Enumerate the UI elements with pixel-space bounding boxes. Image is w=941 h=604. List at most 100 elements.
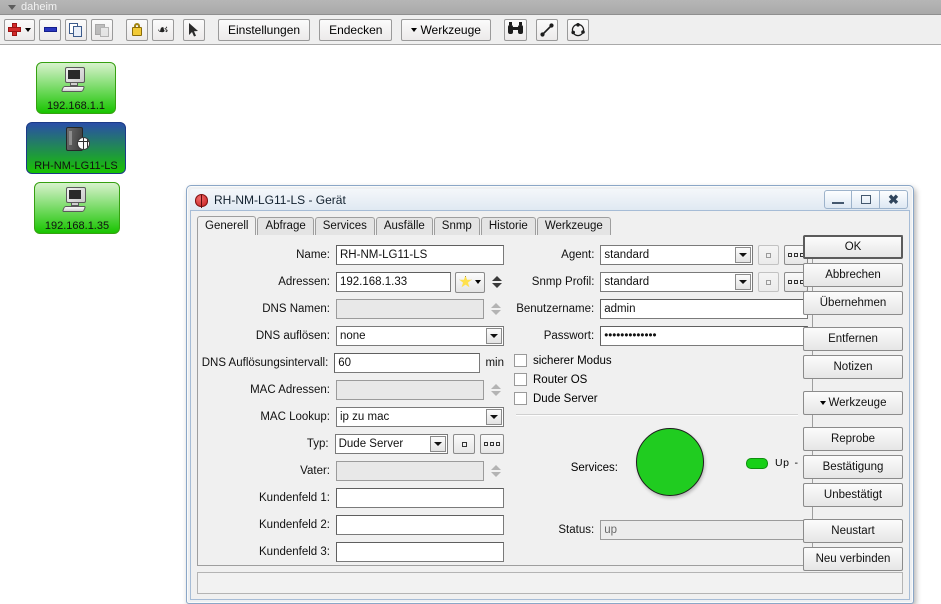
dns-namen-input[interactable] [336, 299, 484, 319]
chevron-down-icon[interactable] [735, 274, 751, 290]
minimize-icon [832, 202, 844, 204]
checkbox-sicherer-modus[interactable] [514, 354, 527, 367]
add-device-button[interactable] [4, 19, 35, 41]
typ-browse-button[interactable] [480, 434, 504, 454]
dialog-title-label: RH-NM-LG11-LS - Gerät [214, 193, 346, 207]
adressen-label: Adressen: [198, 276, 336, 288]
dns-intervall-input[interactable]: 60 [334, 353, 480, 373]
kundenfeld-1-input[interactable] [336, 488, 504, 508]
dude-bug-icon [195, 194, 208, 207]
map-node-device-1[interactable]: 192.168.1.1 [36, 62, 116, 114]
tab-werkzeuge[interactable]: Werkzeuge [537, 217, 611, 235]
agent-value: standard [604, 249, 649, 261]
mac-lookup-value: ip zu mac [340, 411, 389, 423]
tab-abfrage[interactable]: Abfrage [257, 217, 313, 235]
agent-select[interactable]: standard [600, 245, 752, 265]
vater-spinner[interactable] [489, 461, 502, 481]
square-icon [766, 253, 771, 258]
ok-button[interactable]: OK [803, 235, 903, 259]
tab-services[interactable]: Services [315, 217, 375, 235]
checkbox-router-os-label: Router OS [533, 374, 587, 386]
typ-value: Dude Server [339, 438, 404, 450]
apply-button[interactable]: Übernehmen [803, 291, 903, 315]
add-link-button[interactable] [536, 19, 558, 41]
mac-adressen-spinner[interactable] [489, 380, 502, 400]
tab-snmp[interactable]: Snmp [434, 217, 480, 235]
remove-button[interactable]: Entfernen [803, 327, 903, 351]
status-value: up [600, 520, 808, 540]
plus-icon [8, 23, 21, 36]
reprobe-button[interactable]: Reprobe [803, 427, 903, 451]
mac-adressen-input[interactable] [336, 380, 484, 400]
kundenfeld-3-label: Kundenfeld 3: [198, 546, 336, 558]
dns-namen-spinner[interactable] [489, 299, 502, 319]
lock-icon [131, 23, 143, 36]
ellipsis-icon [484, 442, 500, 446]
map-node-label: RH-NM-LG11-LS [34, 160, 118, 172]
tools-button[interactable]: Werkzeuge [401, 19, 490, 41]
benutzername-input[interactable]: admin [600, 299, 808, 319]
find-button[interactable] [504, 19, 527, 41]
checkbox-router-os[interactable] [514, 373, 527, 386]
chevron-down-icon[interactable] [430, 436, 446, 452]
notes-button[interactable]: Notizen [803, 355, 903, 379]
triangle-down-icon[interactable] [8, 5, 16, 10]
snmp-profil-edit-button[interactable] [758, 272, 780, 292]
adressen-picker-button[interactable] [455, 272, 485, 293]
checkbox-row-sicherer-modus[interactable]: sicherer Modus [514, 351, 808, 370]
checkbox-sicherer-modus-label: sicherer Modus [533, 355, 612, 367]
map-node-device-2[interactable]: RH-NM-LG11-LS [26, 122, 126, 174]
pan-button[interactable]: ☙ [152, 19, 174, 41]
checkbox-row-router-os[interactable]: Router OS [514, 370, 808, 389]
cancel-button[interactable]: Abbrechen [803, 263, 903, 287]
adressen-spinner[interactable] [490, 272, 503, 292]
legend-up-swatch [746, 458, 768, 469]
remove-device-button[interactable] [39, 19, 61, 41]
acknowledge-button[interactable]: Bestätigung [803, 455, 903, 479]
tools-menu-button[interactable]: Werkzeuge [803, 391, 903, 415]
select-button[interactable] [183, 19, 205, 41]
paste-button[interactable] [91, 19, 113, 41]
settings-button[interactable]: Einstellungen [218, 19, 310, 41]
mac-lookup-select[interactable]: ip zu mac [336, 407, 504, 427]
chevron-down-icon[interactable] [735, 247, 751, 263]
name-input[interactable]: RH-NM-LG11-LS [336, 245, 504, 265]
checkbox-dude-server[interactable] [514, 392, 527, 405]
services-status-bubble[interactable] [636, 428, 704, 496]
typ-edit-button[interactable] [453, 434, 475, 454]
kundenfeld-3-input[interactable] [336, 542, 504, 562]
auto-layout-button[interactable] [567, 19, 589, 41]
tab-generell[interactable]: Generell [197, 216, 256, 236]
minimize-button[interactable] [824, 190, 852, 209]
field-row-vater: Vater: [198, 459, 504, 483]
vater-input[interactable] [336, 461, 484, 481]
passwort-input[interactable]: ••••••••••••• [600, 326, 808, 346]
unacknowledge-button[interactable]: Unbestätigt [803, 483, 903, 507]
dialog-title-bar[interactable]: RH-NM-LG11-LS - Gerät ✖ [190, 189, 910, 211]
reconnect-button[interactable]: Neu verbinden [803, 547, 903, 571]
field-row-snmp-profil: Snmp Profil: standard [508, 270, 808, 294]
kundenfeld-2-input[interactable] [336, 515, 504, 535]
field-row-status: Status: up [508, 518, 808, 542]
monitor-icon [62, 187, 92, 213]
copy-button[interactable] [65, 19, 87, 41]
discover-button[interactable]: Endecken [319, 19, 392, 41]
adressen-input[interactable]: 192.168.1.33 [336, 272, 451, 292]
close-button[interactable]: ✖ [880, 190, 908, 209]
status-label: Status: [508, 524, 600, 536]
tab-historie[interactable]: Historie [481, 217, 536, 235]
agent-edit-button[interactable] [758, 245, 780, 265]
typ-select[interactable]: Dude Server [335, 434, 449, 454]
tab-ausfaelle[interactable]: Ausfälle [376, 217, 433, 235]
map-node-device-3[interactable]: 192.168.1.35 [34, 182, 120, 234]
chevron-down-icon[interactable] [486, 409, 502, 425]
chevron-down-icon[interactable] [486, 328, 502, 344]
lock-button[interactable] [126, 19, 148, 41]
field-row-dns-aufloesen: DNS auflösen: none [198, 324, 504, 348]
restart-button[interactable]: Neustart [803, 519, 903, 543]
snmp-profil-select[interactable]: standard [600, 272, 752, 292]
checkbox-row-dude-server[interactable]: Dude Server [514, 389, 808, 408]
maximize-button[interactable] [852, 190, 880, 209]
dns-aufloesen-select[interactable]: none [336, 326, 504, 346]
network-map-canvas[interactable]: 192.168.1.1 RH-NM-LG11-LS 192.168.1.35 R… [0, 46, 941, 581]
